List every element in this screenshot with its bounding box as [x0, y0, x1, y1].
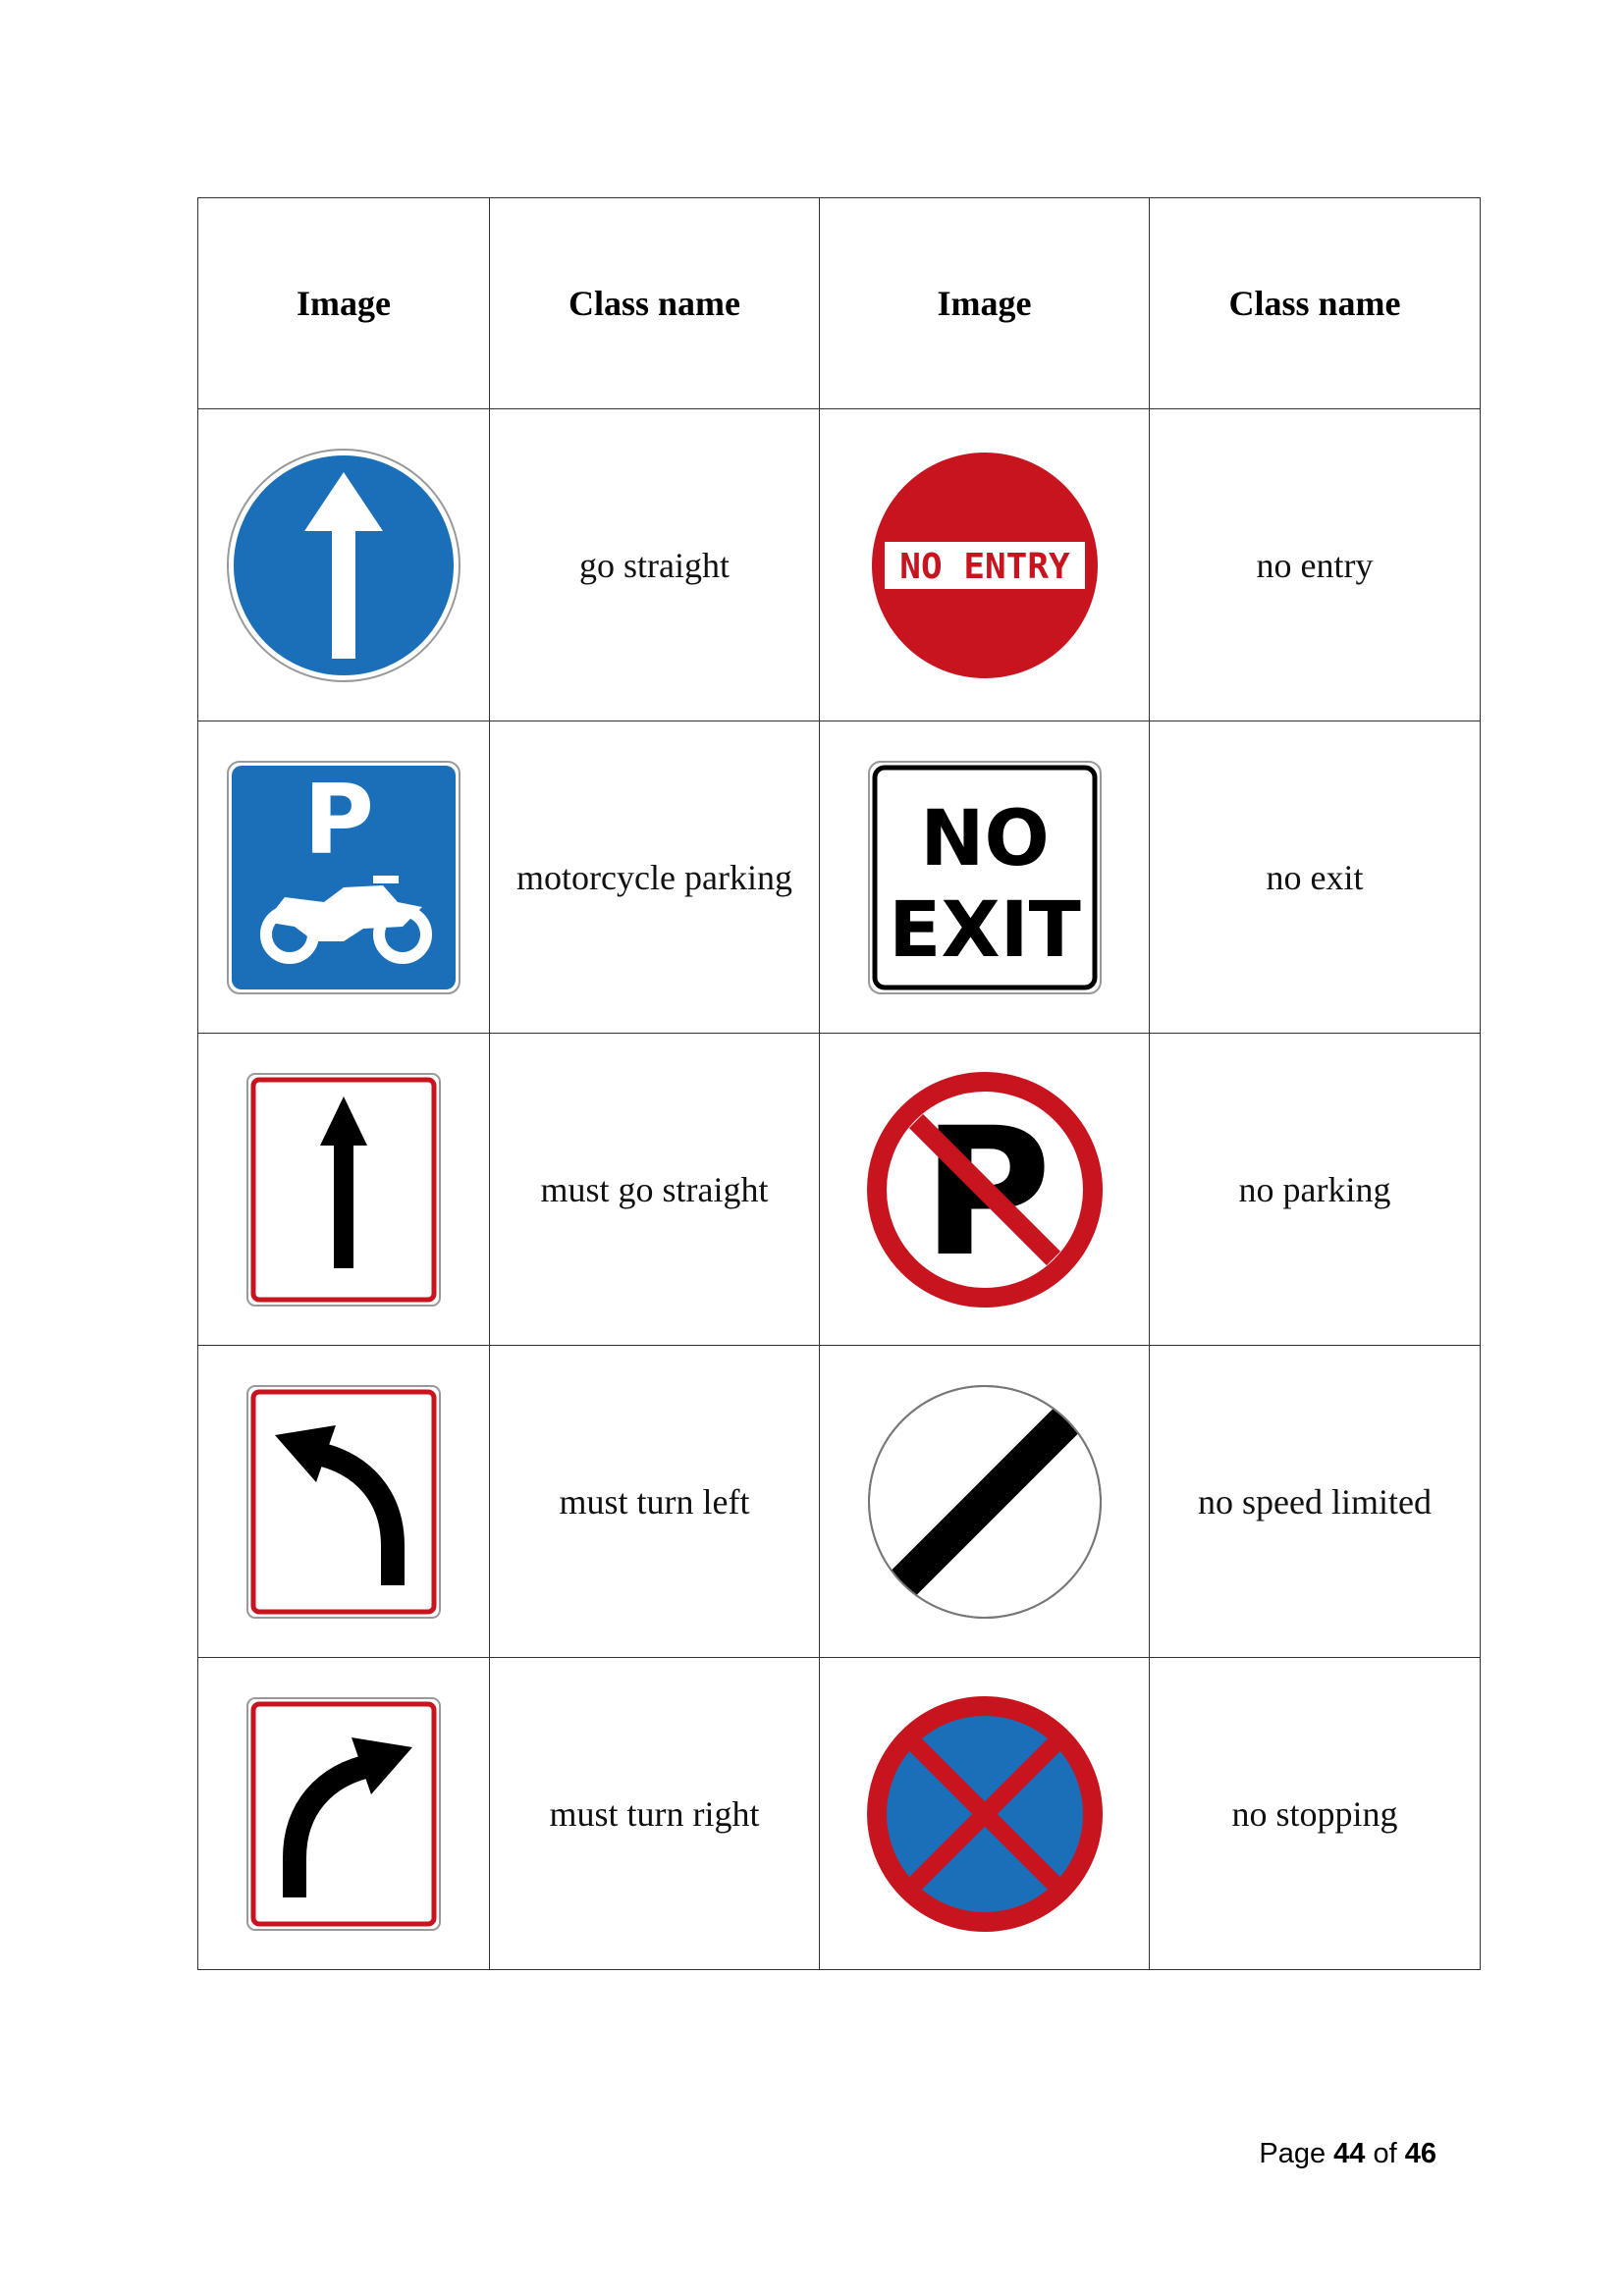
class-label: must turn left [489, 1345, 820, 1658]
no-entry-sign-icon: NO ENTRY [871, 452, 1098, 678]
class-label: motorcycle parking [489, 721, 820, 1034]
must-go-straight-sign-icon [246, 1072, 441, 1307]
no-exit-sign-text-line2: EXIT [889, 886, 1081, 975]
motorcycle-parking-sign-cell: P [197, 721, 490, 1034]
footer-of-word: of [1373, 2138, 1397, 2169]
page-number-footer: Page 44 of 46 [1259, 2138, 1436, 2170]
header-image-1: Image [197, 197, 490, 409]
no-exit-sign-cell: NO EXIT [819, 721, 1150, 1034]
class-label: go straight [489, 408, 820, 721]
header-class-name-2: Class name [1149, 197, 1481, 409]
header-image-2: Image [819, 197, 1150, 409]
class-label: no entry [1149, 408, 1481, 721]
table-row: P motorcycle parking NO EXIT no exit [197, 721, 1481, 1034]
motorcycle-parking-sign-icon: P [227, 760, 460, 994]
class-label: no exit [1149, 721, 1481, 1034]
no-exit-sign-icon: NO EXIT [867, 760, 1102, 994]
must-turn-right-sign-icon [246, 1696, 441, 1931]
traffic-sign-class-table: Image Class name Image Class name go str… [197, 197, 1481, 1970]
no-entry-sign-text: NO ENTRY [899, 547, 1070, 587]
parking-p-letter: P [303, 765, 374, 877]
no-entry-sign-cell: NO ENTRY [819, 408, 1150, 721]
no-speed-limited-sign-cell [819, 1345, 1150, 1658]
footer-page-word: Page [1259, 2138, 1326, 2169]
table-row: must turn left no speed limited [197, 1345, 1481, 1658]
no-stopping-sign-cell [819, 1657, 1150, 1970]
class-label: no speed limited [1149, 1345, 1481, 1658]
must-turn-left-sign-icon [246, 1384, 441, 1619]
no-parking-sign-cell: P [819, 1033, 1150, 1346]
no-parking-sign-icon: P [866, 1071, 1103, 1308]
table-row: go straight NO ENTRY no entry [197, 408, 1481, 721]
document-page: Image Class name Image Class name go str… [0, 0, 1624, 2296]
table-row: must turn right no stopping [197, 1657, 1481, 1970]
go-straight-sign-icon [227, 448, 460, 682]
total-page-number: 46 [1404, 2138, 1436, 2169]
no-speed-limited-sign-icon [867, 1384, 1102, 1619]
go-straight-sign-cell [197, 408, 490, 721]
must-go-straight-sign-cell [197, 1033, 490, 1346]
must-turn-left-sign-cell [197, 1345, 490, 1658]
no-stopping-sign-icon [866, 1695, 1103, 1932]
header-class-name-1: Class name [489, 197, 820, 409]
class-label: must turn right [489, 1657, 820, 1970]
class-label: no stopping [1149, 1657, 1481, 1970]
table-row: must go straight P no parking [197, 1033, 1481, 1346]
class-label: must go straight [489, 1033, 820, 1346]
table-header-row: Image Class name Image Class name [197, 197, 1481, 409]
no-exit-sign-text-line1: NO [920, 795, 1050, 883]
class-label: no parking [1149, 1033, 1481, 1346]
must-turn-right-sign-cell [197, 1657, 490, 1970]
current-page-number: 44 [1333, 2138, 1366, 2169]
